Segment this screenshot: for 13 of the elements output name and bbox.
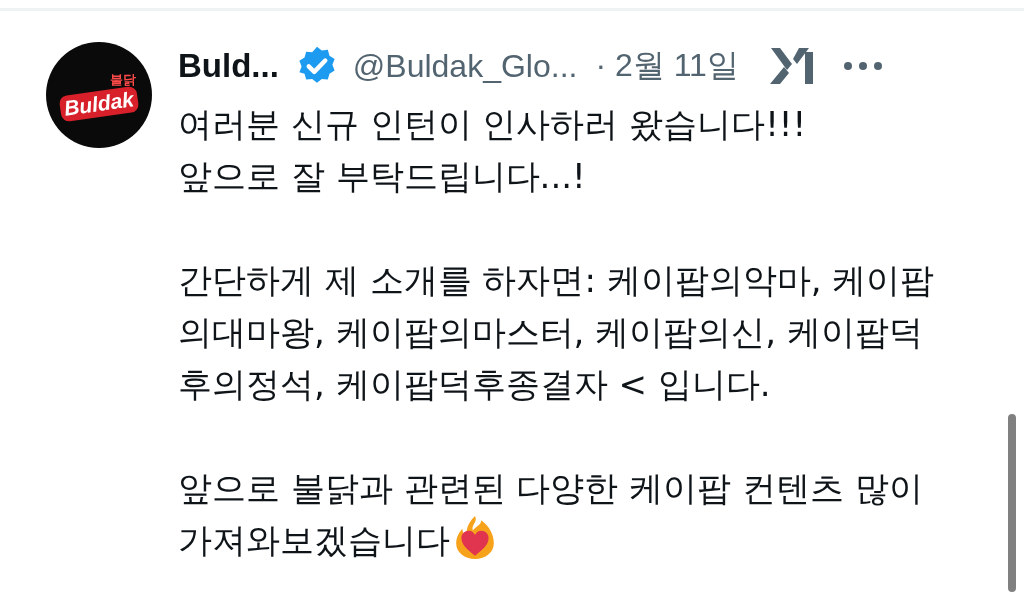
author-handle[interactable]: @Buldak_Glo... [352,47,578,85]
burning-heart-icon [454,514,496,560]
post-date[interactable]: · 2월 11일 [595,44,739,88]
logo-subtext: 불닭 [110,73,136,87]
post-text: 앞으로 불닭과 관련된 다양한 케이팝 컨텐츠 많이 가져와보겠습니다 [178,467,924,562]
author-name[interactable]: Buld... [178,47,279,85]
post-text: 여러분 신규 인턴이 인사하러 왔습니다!!! 앞으로 잘 부탁드립니다...! [178,103,808,198]
slash-logo-icon[interactable] [768,46,815,86]
more-options-icon[interactable] [842,61,883,71]
logo-text: Buldak [58,85,140,123]
post-text: 간단하게 제 소개를 하자면: 케이팝의악마, 케이팝 의대마왕, 케이팝의마스터, 케이팝의신, 케이팝덕 후의정석, 케이팝덕후종결자 < 입니다. [178,259,936,406]
avatar[interactable]: 불닭 Buldak [46,42,152,148]
scrollbar[interactable] [1008,414,1016,592]
